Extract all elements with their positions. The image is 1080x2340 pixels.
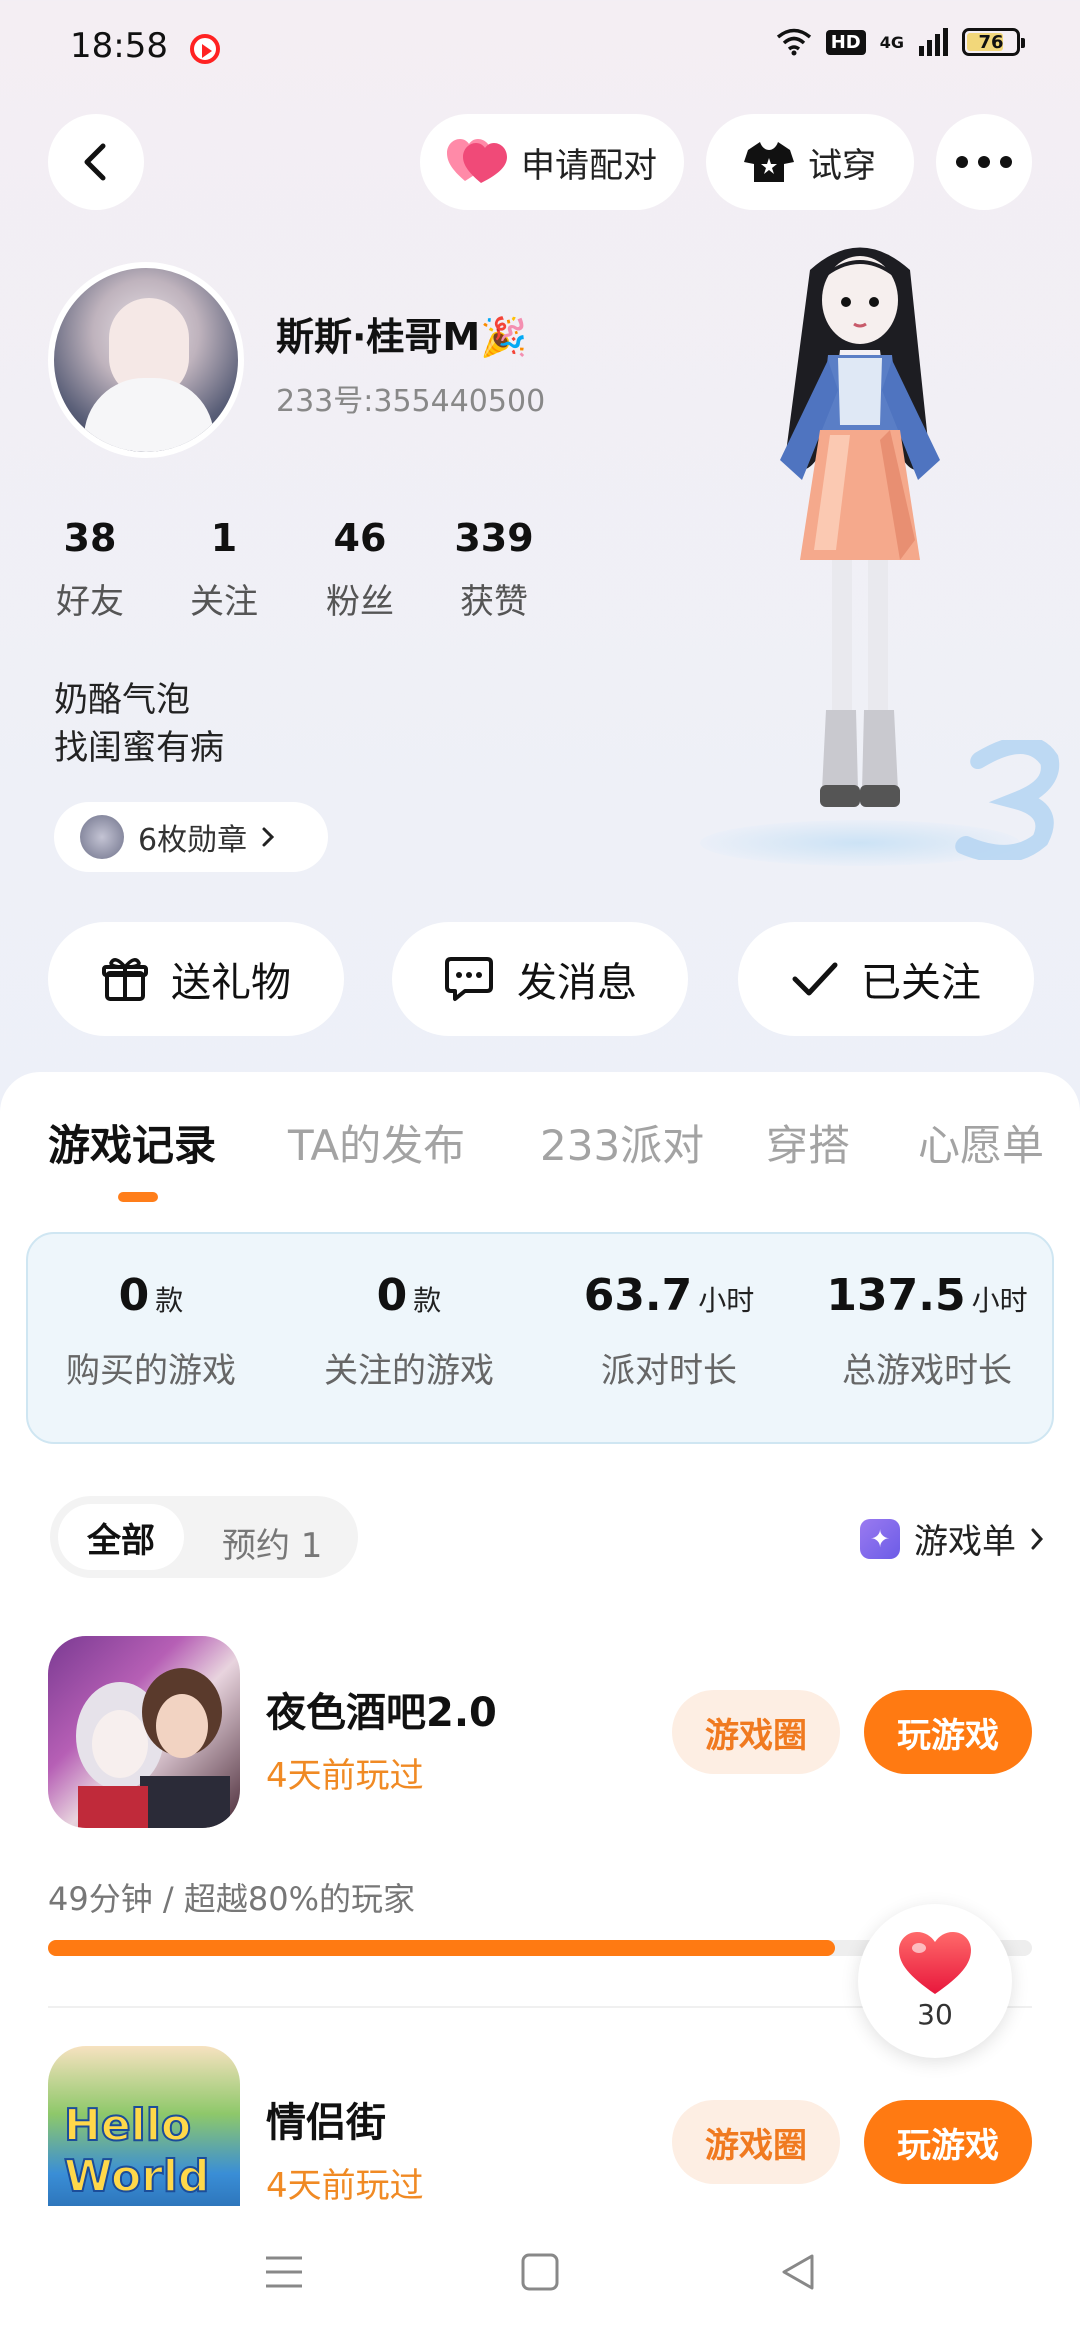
medal-icon [80, 815, 124, 859]
screen-record-icon [190, 34, 220, 64]
game-icon[interactable]: Hello World [48, 2046, 240, 2216]
play-game-button[interactable]: 玩游戏 [864, 1690, 1032, 1774]
game-circle-button[interactable]: 游戏圈 [672, 1690, 840, 1774]
game-title[interactable]: 情侣街 [266, 2090, 386, 2148]
stat-friends-label: 好友 [56, 582, 124, 622]
avatar[interactable] [48, 262, 244, 458]
summary-unit: 款 [413, 1284, 442, 1317]
summary-label: 派对时长 [601, 1351, 737, 1391]
stat-likes-label: 获赞 [460, 582, 528, 622]
stat-likes[interactable]: 339 获赞 [434, 516, 554, 623]
stat-friends-num: 38 [63, 516, 117, 560]
stat-following-label: 关注 [190, 582, 258, 622]
game-list-link[interactable]: ✦ 游戏单 [860, 1514, 1044, 1563]
followed-label: 已关注 [861, 960, 981, 1006]
gift-icon [102, 958, 148, 1001]
send-message-button[interactable]: 发消息 [392, 922, 688, 1036]
play-game-button[interactable]: 玩游戏 [864, 2100, 1032, 2184]
play-progress-fill [48, 1940, 836, 1956]
summary-value: 63.7 [583, 1270, 693, 1321]
bio-line: 找闺蜜有病 [54, 728, 224, 768]
try-on-button[interactable]: 试穿 [706, 114, 914, 210]
match-request-button[interactable]: 申请配对 [420, 114, 684, 210]
like-button[interactable]: 30 [858, 1904, 1012, 2058]
more-button[interactable] [936, 114, 1032, 210]
tab-posts[interactable]: TA的发布 [288, 1112, 465, 1173]
chevron-right-icon [262, 827, 275, 847]
summary-value: 137.5 [826, 1270, 966, 1321]
tab-233-party[interactable]: 233派对 [540, 1112, 704, 1173]
summary-followed-games: 0款 关注的游戏 [284, 1270, 534, 1392]
send-message-label: 发消息 [517, 960, 637, 1006]
tshirt-icon [744, 142, 794, 182]
check-icon [792, 962, 838, 996]
profile-bio: 奶酪气泡 找闺蜜有病 [54, 676, 224, 772]
summary-label: 总游戏时长 [842, 1351, 1012, 1391]
status-time: 18:58 [70, 26, 168, 66]
game-last-played: 4天前玩过 [266, 2166, 424, 2206]
game-icon-text: Hello World [63, 2099, 210, 2203]
filter-all[interactable]: 全部 [58, 1504, 184, 1570]
profile-uid: 233号:355440500 [276, 384, 546, 419]
summary-value: 0 [376, 1270, 408, 1321]
summary-party-time: 63.7 小时 派对时长 [544, 1270, 794, 1392]
send-gift-label: 送礼物 [171, 960, 291, 1006]
game-last-played: 4天前玩过 [266, 1756, 424, 1796]
game-circle-button[interactable]: 游戏圈 [672, 2100, 840, 2184]
back-button[interactable] [48, 114, 144, 210]
bio-line: 奶酪气泡 [54, 680, 190, 720]
game-list-label: 游戏单 [914, 1522, 1016, 1562]
double-heart-icon [447, 139, 507, 183]
summary-unit: 小时 [971, 1284, 1028, 1317]
battery-icon: 76 [962, 28, 1025, 56]
status-icons: HD 4G 76 [776, 28, 1025, 56]
back-nav-icon[interactable] [778, 2252, 818, 2292]
tab-wishlist[interactable]: 心愿单 [918, 1112, 1044, 1173]
tab-active-indicator [118, 1192, 158, 1202]
like-count: 30 [917, 1997, 953, 2031]
game-title[interactable]: 夜色酒吧2.0 [266, 1680, 497, 1738]
play-time-meta: 49分钟 / 超越80%的玩家 [48, 1880, 415, 1918]
summary-unit: 小时 [698, 1284, 755, 1317]
chat-icon [445, 957, 493, 1001]
match-request-label: 申请配对 [521, 145, 657, 186]
filter-reserved[interactable]: 预约 1 [222, 1518, 322, 1567]
battery-level: 76 [978, 31, 1004, 53]
more-icon [956, 156, 1012, 168]
sparkle-icon: ✦ [860, 1518, 900, 1559]
followed-button[interactable]: 已关注 [738, 922, 1034, 1036]
summary-total-time: 137.5 小时 总游戏时长 [802, 1270, 1052, 1392]
hd-badge: HD [825, 29, 866, 55]
stat-following-num: 1 [210, 516, 238, 560]
summary-label: 关注的游戏 [324, 1351, 494, 1391]
medal-button[interactable]: 6枚勋章 [54, 802, 328, 872]
stat-likes-num: 339 [454, 516, 534, 560]
summary-unit: 款 [155, 1284, 184, 1317]
try-on-label: 试穿 [808, 145, 876, 186]
summary-purchased: 0款 购买的游戏 [26, 1270, 276, 1392]
profile-name: 斯斯·桂哥M🎉 [276, 315, 528, 359]
chevron-left-icon [84, 143, 106, 181]
summary-label: 购买的游戏 [66, 1351, 236, 1391]
wifi-icon [776, 28, 811, 56]
game-icon[interactable] [48, 1636, 240, 1828]
stat-fans-label: 粉丝 [326, 582, 394, 622]
send-gift-button[interactable]: 送礼物 [48, 922, 344, 1036]
summary-value: 0 [118, 1270, 150, 1321]
tab-outfits[interactable]: 穿搭 [766, 1112, 850, 1173]
menu-icon[interactable] [264, 2252, 304, 2292]
chevron-right-icon [1031, 1528, 1044, 1549]
tab-game-records[interactable]: 游戏记录 [48, 1112, 216, 1173]
signal-icon [919, 28, 948, 56]
heart-icon [899, 1931, 971, 1994]
stat-fans[interactable]: 46 粉丝 [300, 516, 420, 623]
home-icon[interactable] [520, 2252, 560, 2292]
stat-following[interactable]: 1 关注 [164, 516, 284, 623]
medal-label: 6枚勋章 [138, 823, 248, 858]
network-type: 4G [879, 32, 904, 52]
avatar-character[interactable] [740, 230, 980, 850]
stat-friends[interactable]: 38 好友 [30, 516, 150, 623]
stat-fans-num: 46 [333, 516, 387, 560]
